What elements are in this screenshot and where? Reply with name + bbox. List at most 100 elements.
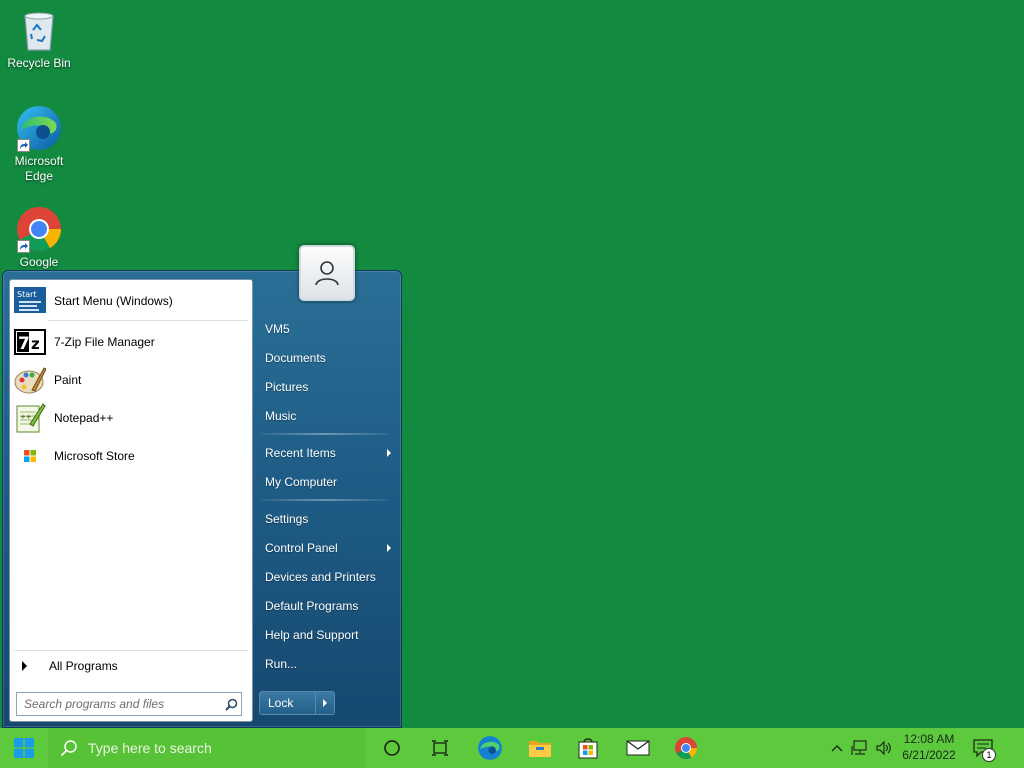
shortcut-arrow-icon — [17, 139, 30, 152]
all-programs-button[interactable]: All Programs — [14, 655, 248, 677]
start-item-settings[interactable]: Settings — [257, 506, 397, 532]
windows-logo-icon — [14, 738, 34, 758]
start-item-default-programs[interactable]: Default Programs — [257, 593, 397, 619]
taskbar-mail-button[interactable] — [614, 728, 662, 768]
notification-count-badge: 1 — [982, 748, 996, 762]
taskbar-chrome-button[interactable] — [662, 728, 710, 768]
edge-icon — [478, 736, 502, 760]
clock-date: 6/21/2022 — [902, 748, 956, 762]
task-view-icon — [432, 740, 448, 756]
start-item-label: Recent Items — [265, 446, 336, 460]
start-menu-app-icon: Start — [14, 285, 46, 317]
start-item-my-computer[interactable]: My Computer — [257, 469, 397, 495]
program-label: Start Menu (Windows) — [54, 294, 173, 308]
program-label: Notepad++ — [54, 411, 114, 425]
lock-label: Lock — [260, 692, 316, 714]
start-item-label: Run... — [265, 657, 298, 671]
program-item-notepadpp[interactable]: ++ Notepad++ — [14, 401, 248, 435]
start-search-box[interactable] — [16, 692, 242, 716]
file-explorer-icon — [529, 741, 551, 757]
paint-icon — [14, 364, 47, 396]
task-view-button[interactable] — [416, 728, 464, 768]
desktop-icon-label: Microsoft Edge — [14, 154, 64, 183]
taskbar-store-button[interactable] — [564, 728, 612, 768]
start-item-label: Documents — [265, 351, 326, 365]
user-picture-tile[interactable] — [299, 245, 355, 301]
notepadpp-icon: ++ — [14, 402, 46, 434]
desktop-icon-chrome[interactable]: Google — [1, 205, 77, 270]
start-item-label: Devices and Printers — [265, 570, 376, 584]
start-item-documents[interactable]: Documents — [257, 345, 397, 371]
start-item-label: Control Panel — [265, 541, 338, 555]
start-item-control-panel[interactable]: Control Panel — [257, 535, 397, 561]
program-label: 7-Zip File Manager — [54, 335, 155, 349]
desktop-icon-label: Recycle Bin — [7, 56, 71, 70]
start-item-devices-printers[interactable]: Devices and Printers — [257, 564, 397, 590]
taskbar-search-placeholder: Type here to search — [88, 740, 212, 756]
start-item-recent-items[interactable]: Recent Items — [257, 440, 397, 466]
right-separator — [261, 433, 389, 435]
cortana-button[interactable] — [368, 728, 416, 768]
show-hidden-icons-button[interactable] — [826, 728, 848, 768]
action-center-button[interactable]: 1 — [966, 728, 1000, 768]
search-icon — [60, 740, 77, 757]
start-item-label: Music — [265, 409, 297, 423]
program-label: Microsoft Store — [54, 449, 135, 463]
store-icon — [14, 440, 46, 472]
network-icon — [851, 740, 867, 755]
start-menu-programs-pane: Start Start Menu (Windows) 7 z 7-Zip Fil… — [9, 279, 253, 722]
user-icon — [315, 261, 339, 286]
pinned-separator — [48, 320, 248, 321]
taskbar-clock[interactable]: 12:08 AM 6/21/2022 — [896, 731, 962, 763]
svg-text:z: z — [31, 335, 40, 353]
speaker-icon — [876, 740, 891, 756]
taskbar-file-explorer-button[interactable] — [516, 728, 564, 768]
right-separator — [261, 499, 389, 501]
clock-time: 12:08 AM — [903, 732, 955, 746]
start-item-label: My Computer — [265, 475, 338, 489]
mail-icon — [626, 740, 650, 756]
start-item-label: Help and Support — [265, 628, 359, 642]
chevron-up-icon — [831, 745, 843, 752]
taskbar-search-box[interactable]: Type here to search — [48, 728, 366, 768]
program-item-7zip[interactable]: 7 z 7-Zip File Manager — [14, 325, 248, 359]
all-programs-separator — [14, 650, 248, 651]
cortana-icon — [384, 740, 400, 756]
search-icon[interactable] — [221, 694, 241, 714]
start-item-run[interactable]: Run... — [257, 651, 397, 677]
chrome-icon — [15, 205, 63, 253]
start-menu: Start Start Menu (Windows) 7 z 7-Zip Fil… — [2, 245, 402, 728]
start-item-label: VM5 — [265, 322, 290, 336]
program-label: Paint — [54, 373, 82, 387]
start-item-help-support[interactable]: Help and Support — [257, 622, 397, 648]
edge-icon — [15, 104, 63, 152]
start-item-pictures[interactable]: Pictures — [257, 374, 397, 400]
start-item-music[interactable]: Music — [257, 403, 397, 429]
start-item-label: Settings — [265, 512, 309, 526]
recycle-bin-icon — [15, 6, 63, 54]
svg-text:++: ++ — [20, 413, 32, 421]
submenu-arrow-icon — [387, 544, 391, 552]
store-icon — [578, 738, 598, 759]
chrome-icon — [675, 737, 697, 759]
start-item-user-folder[interactable]: VM5 — [257, 316, 397, 342]
svg-text:7: 7 — [18, 334, 30, 354]
7zip-icon: 7 z — [14, 326, 46, 358]
network-status-button[interactable] — [848, 728, 872, 768]
desktop-icon-recycle-bin[interactable]: Recycle Bin — [1, 6, 77, 71]
taskbar-edge-button[interactable] — [466, 728, 514, 768]
desktop-icon-edge[interactable]: Microsoft Edge — [1, 104, 77, 184]
lock-button[interactable]: Lock — [259, 691, 335, 715]
program-item-start-menu[interactable]: Start Start Menu (Windows) — [14, 284, 248, 318]
all-programs-label: All Programs — [49, 659, 118, 673]
expand-arrow-icon — [22, 661, 27, 671]
program-item-paint[interactable]: Paint — [14, 363, 248, 397]
power-options-arrow-icon[interactable] — [316, 699, 334, 707]
start-button[interactable] — [0, 728, 48, 768]
start-item-label: Pictures — [265, 380, 309, 394]
start-search-input[interactable] — [24, 697, 221, 711]
start-item-label: Default Programs — [265, 599, 359, 613]
desktop-icon-label: Google — [19, 255, 59, 269]
volume-button[interactable] — [872, 728, 896, 768]
program-item-store[interactable]: Microsoft Store — [14, 439, 248, 473]
